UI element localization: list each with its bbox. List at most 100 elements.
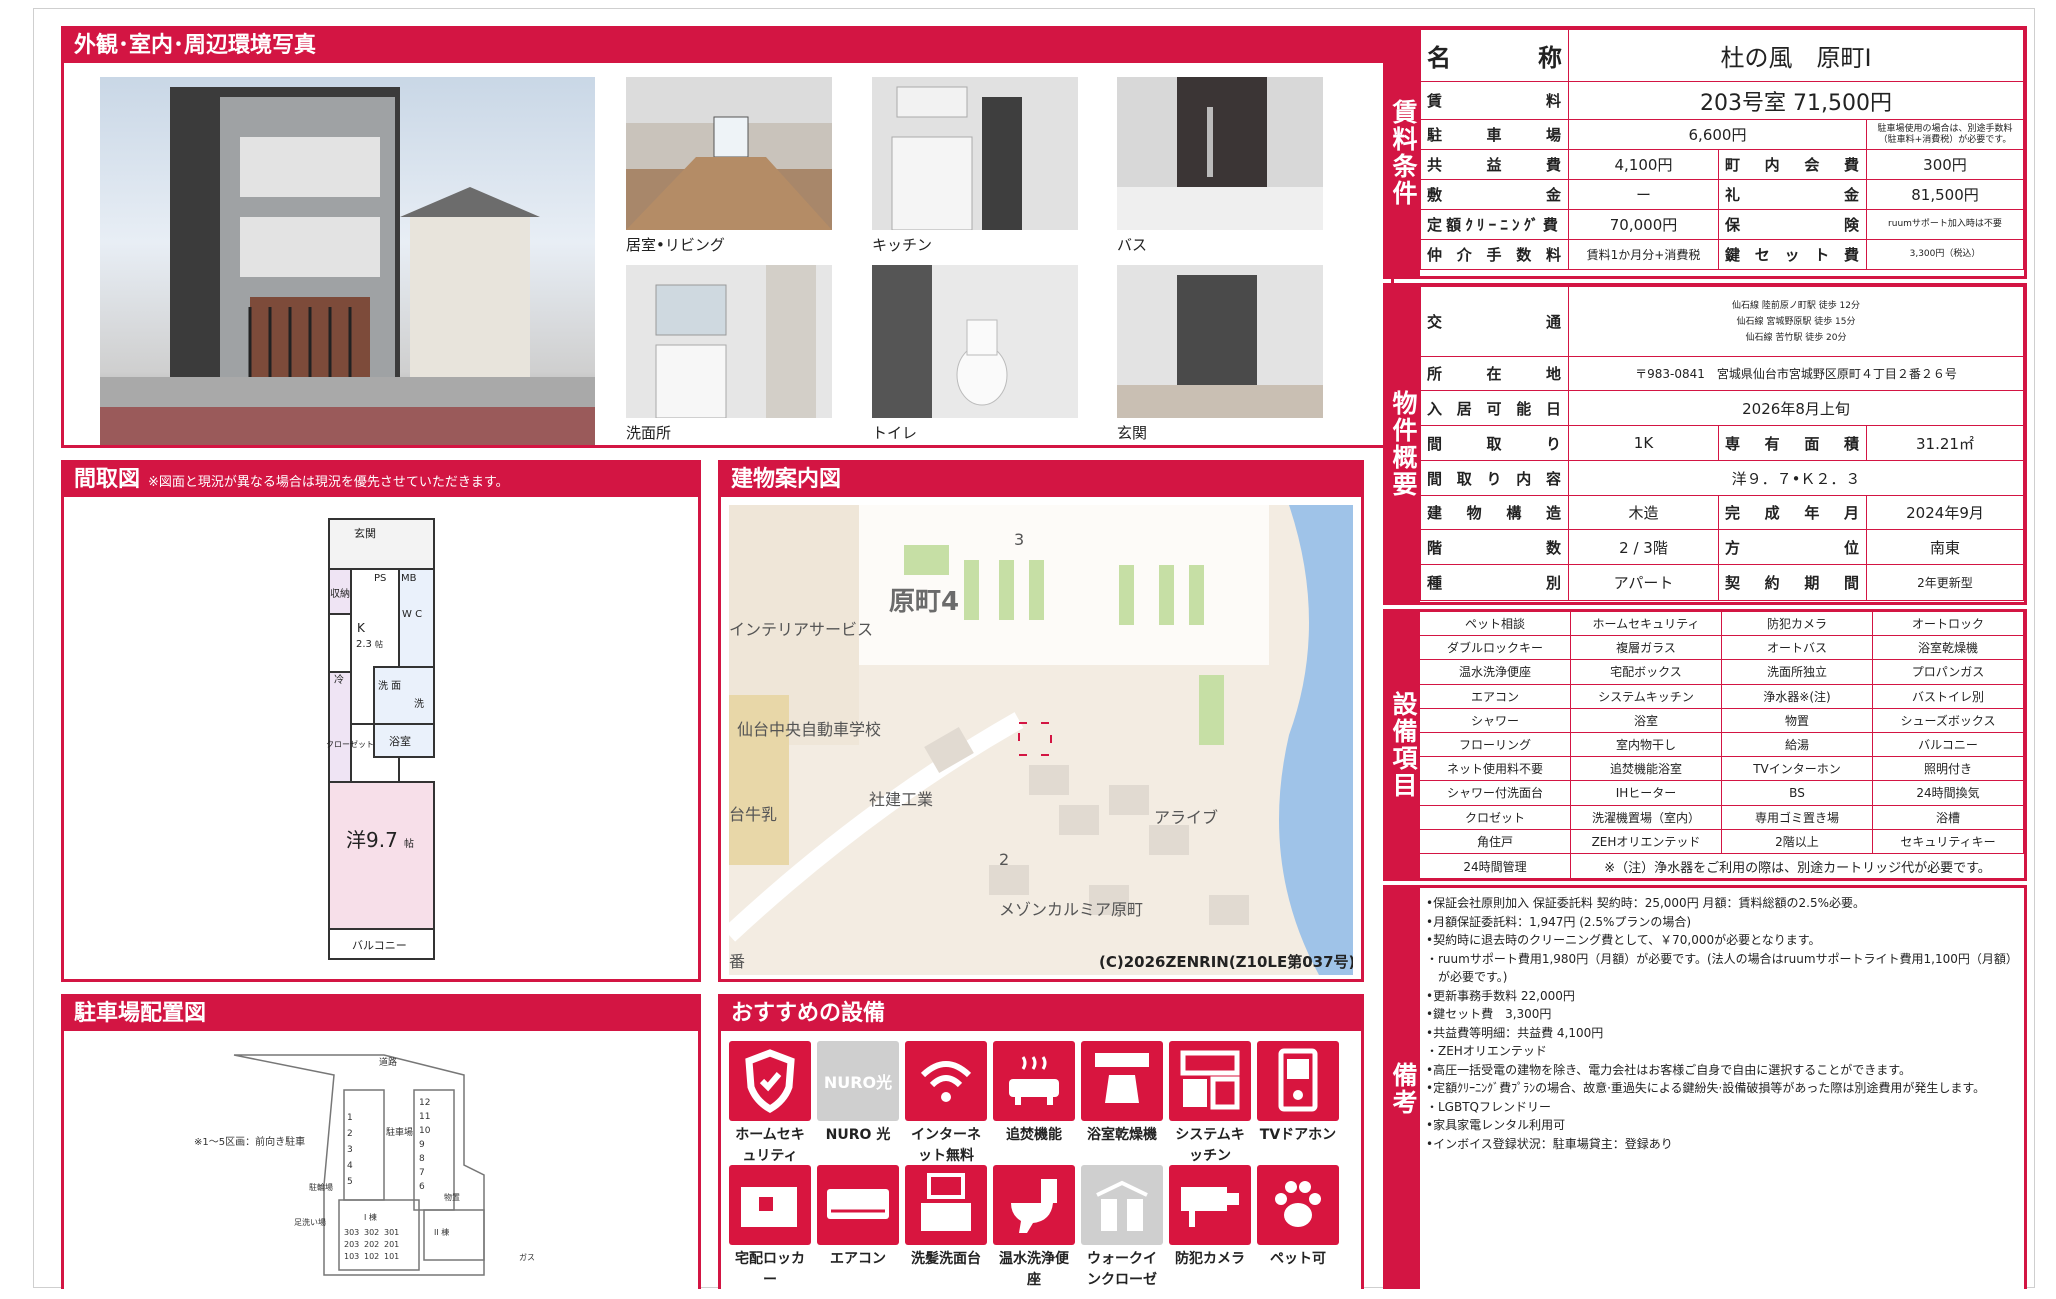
equipment-item: バルコニー <box>1873 732 2024 758</box>
property-flyer: 外観･室内･周辺環境写真 居室•リビング キッチン バス 洗面所 トイレ 玄関 … <box>33 8 2035 1289</box>
room-number: 103 <box>344 1252 359 1261</box>
room-kitchen-unit: 帖 <box>375 639 383 649</box>
remark-line: ・ZEHオリエンテッド <box>1426 1044 1547 1058</box>
room-mb: MB <box>401 573 417 584</box>
parking-slot: 8 <box>419 1154 425 1164</box>
parking-fee: 6,600円 <box>1568 119 1867 150</box>
parking-slot: 12 <box>419 1098 430 1108</box>
shield-icon <box>729 1041 811 1121</box>
equipment-item: 角住戸 <box>1420 829 1571 854</box>
parking-slot: 9 <box>419 1140 425 1150</box>
keyset-label: 鍵セット費 <box>1718 239 1867 270</box>
feature-label: 追焚機能 <box>1006 1127 1062 1143</box>
equipment-item: 追焚機能浴室 <box>1571 757 1722 782</box>
equipment-item-last: 24時間管理 <box>1420 854 1571 878</box>
equipment-item: 浄水器※(注) <box>1722 684 1873 709</box>
parking-slot: 6 <box>419 1182 425 1192</box>
area-value: 31.21㎡ <box>1866 425 2024 461</box>
transport-line-3: 仙石線 苦竹駅 徒歩 20分 <box>1745 332 1847 343</box>
caption-toilet: トイレ <box>872 424 918 442</box>
parking-title: 駐車場配置図 <box>64 997 698 1031</box>
wifi-icon <box>905 1041 987 1121</box>
floorplan-note: ※図面と現況が異なる場合は現況を優先させていただきます。 <box>148 475 509 490</box>
parking-slot: 10 <box>419 1126 431 1136</box>
feature-label: 宅配ロッカー <box>735 1251 805 1288</box>
room-number: 202 <box>364 1240 379 1249</box>
remark-line: •契約時に退去時のクリーニング費として、￥70,000が必要となります。 <box>1426 933 1821 947</box>
remark-line: •共益費等明細：共益費 4,100円 <box>1426 1025 1604 1040</box>
parking-slot: 2 <box>347 1129 353 1139</box>
equipment-item: シャワー付洗面台 <box>1420 781 1571 806</box>
feature-label: 浴室乾燥機 <box>1087 1127 1157 1143</box>
parking-bike: 駐輪場 <box>309 1182 333 1192</box>
deposit-label: 敷金 <box>1420 179 1569 210</box>
common-fee: 4,100円 <box>1568 149 1719 180</box>
town-fee-label: 町内会費 <box>1718 149 1867 180</box>
address-label: 所在地 <box>1420 356 1569 391</box>
direction-value: 南東 <box>1866 529 2024 565</box>
tv-doorphone-icon <box>1257 1041 1339 1121</box>
room-number: 303 <box>344 1228 359 1237</box>
equipment-item: 浴室乾燥機 <box>1873 636 2024 661</box>
floor-value: 2 / 3階 <box>1568 529 1719 565</box>
equipment-item: シャワー <box>1420 708 1571 733</box>
room-number: 203 <box>344 1240 359 1249</box>
recommended-title: おすすめの設備 <box>721 997 1361 1031</box>
map-bottom: 番 <box>729 952 745 971</box>
caption-kitchen: キッチン <box>872 236 933 254</box>
transport-label: 交 通 <box>1420 286 1569 357</box>
remark-line: •更新事務手数料 22,000円 <box>1426 988 1575 1003</box>
room-ps: PS <box>374 573 386 584</box>
rent-label: 賃 料 <box>1420 81 1569 120</box>
equipment-item: 浴室 <box>1571 708 1722 733</box>
bath-dryer-icon <box>1081 1041 1163 1121</box>
built-label: 完成年月 <box>1718 495 1867 530</box>
equipment-box: 設備項目 ペット相談 ホームセキュリティ 防犯カメラ オートロック ダブルロックキー 複層… <box>1383 609 2027 881</box>
feature-label: エアコン <box>830 1251 886 1267</box>
cleaning-label: 定額ｸﾘｰﾆﾝｸﾞ費 <box>1420 209 1569 240</box>
living-photo <box>626 77 832 230</box>
feature-nuro: NURO光 NURO 光 <box>817 1041 899 1146</box>
parking-fee-label: 駐車場 <box>1420 119 1569 150</box>
floorplan-drawing: 玄関 PS MB 収納 K 2.3 帖 W C 冷 クローゼット 洗 面 洗 浴… <box>326 518 435 960</box>
map-milk: 台牛乳 <box>729 805 777 824</box>
property-table: 交 通 仙石線 陸前原ノ町駅 徒歩 12分 仙石線 宮城野原駅 徒歩 15分 仙石線 … <box>1420 286 2024 601</box>
transport-line-1: 仙石線 陸前原ノ町駅 徒歩 12分 <box>1731 300 1861 311</box>
equipment-item: 室内物干し <box>1571 732 1722 758</box>
feature-label: ホームセキュリティ <box>735 1127 805 1164</box>
feature-label: TVドアホン <box>1259 1127 1337 1143</box>
room-number: 302 <box>364 1228 379 1237</box>
town-fee: 300円 <box>1866 149 2024 180</box>
feature-label: インターネット無料 <box>911 1127 981 1164</box>
name-label: 名 称 <box>1420 29 1569 82</box>
remark-line: ・LGBTQフレンドリー <box>1426 1099 1551 1114</box>
remarks-list: •保証会社原則加入 保証委託料 契約時：25,000円 月額：賃料総額の2.5%… <box>1426 894 2018 1153</box>
aircon-icon <box>817 1165 899 1245</box>
insurance-value: ruumサポート加入時は不要 <box>1866 209 2024 240</box>
caption-living: 居室•リビング <box>626 236 725 254</box>
feature-shield: ホームセキュリティ <box>729 1041 811 1167</box>
remark-line: が必要です。) <box>1426 970 1508 984</box>
equipment-item: 24時間換気 <box>1873 781 2024 806</box>
closet-icon <box>1081 1165 1163 1245</box>
contract-label: 契約期間 <box>1718 564 1867 601</box>
room-entrance: 玄関 <box>354 526 376 540</box>
map-school: 仙台中央自動車学校 <box>737 720 881 739</box>
bath-photo <box>1117 77 1323 230</box>
equipment-item: 浴槽 <box>1873 805 2024 830</box>
feature-locker: 宅配ロッカー <box>729 1165 811 1289</box>
brokerage-value: 賃料1か月分+消費税 <box>1568 239 1719 270</box>
keymoney-label: 礼金 <box>1718 179 1867 210</box>
parking-feet: 足洗い場 <box>294 1217 326 1227</box>
equipment-item: フローリング <box>1420 732 1571 758</box>
rent-value: 203号室 71,500円 <box>1568 81 2024 120</box>
map-panel: 建物案内図 3 原町4 インテリアサービス 仙台中央自動車学校 社建工業 アライ… <box>718 460 1364 982</box>
rent-conditions-box: 賃料条件 名 称杜の風 原町Ⅰ 賃 料 203号室 71,500円 駐車場 6,60… <box>1383 26 2027 279</box>
equipment-item: バストイレ別 <box>1873 684 2024 709</box>
room-living-unit: 帖 <box>404 837 414 850</box>
washbasin-icon <box>905 1165 987 1245</box>
feature-bath-dryer: 浴室乾燥機 <box>1081 1041 1163 1146</box>
feature-closet: ウォークインクローゼット <box>1081 1165 1163 1289</box>
feature-label: NURO 光 <box>825 1127 891 1143</box>
transport-line-2: 仙石線 宮城野原駅 徒歩 15分 <box>1736 316 1856 327</box>
